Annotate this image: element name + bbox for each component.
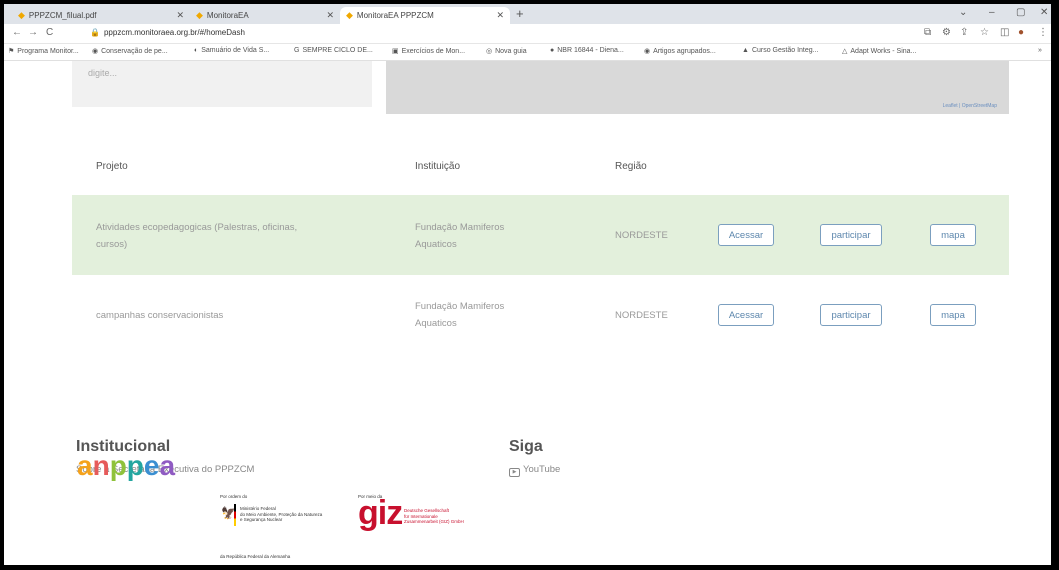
bookmark-icon: ● <box>550 47 555 54</box>
anppea-logo: anppea <box>77 450 176 481</box>
mapa-button[interactable]: mapa <box>930 224 976 246</box>
bookmark-item[interactable]: △ Adapt Works - Sina... <box>842 47 916 55</box>
column-header-instituicao: Instituição <box>415 161 461 172</box>
bookmark-item[interactable]: ▲ Curso Gestão Integ... <box>742 47 818 54</box>
close-icon[interactable]: ✕ <box>326 10 334 21</box>
share-icon[interactable]: ⇪ <box>960 27 968 38</box>
tab-search-icon[interactable]: ⌄ <box>959 7 967 18</box>
browser-tabbar: ◆ PPPZCM_filual.pdf ✕ ◆ MonitoraEA ✕ ◆ M… <box>4 4 1051 24</box>
bookmark-item[interactable]: ● NBR 16844 - Diena... <box>550 47 624 54</box>
bookmark-icon: ▣ <box>392 48 399 55</box>
bookmark-item[interactable]: ◎ Nova guia <box>486 47 527 55</box>
column-header-regiao: Região <box>615 161 647 172</box>
ministry-caption-top: Por ordem do <box>220 494 248 499</box>
giz-logo: giz <box>358 494 403 532</box>
close-icon[interactable]: ✕ <box>496 10 504 21</box>
bookmark-icon: ⚑ <box>8 48 15 55</box>
bookmarks-bar: ⚑ Programa Monitor... ◉ Conservação de pe.… <box>4 44 1051 61</box>
ministry-name: Ministério Federal do Meio Ambiente, Pro… <box>240 506 323 522</box>
close-icon[interactable]: ✕ <box>176 10 184 21</box>
giz-name: Deutsche Gesellschaft für Internationale… <box>404 508 464 524</box>
search-placeholder: digite... <box>88 68 118 78</box>
menu-icon[interactable]: ⋮ <box>1038 27 1048 38</box>
bookmark-icon: ◎ <box>486 48 493 55</box>
bookmark-icon: ▲ <box>742 47 749 54</box>
url-text: pppzcm.monitoraea.org.br/#/homeDash <box>103 28 245 37</box>
sidebar-icon[interactable]: ◫ <box>1000 27 1009 38</box>
bookmark-item[interactable]: ◉ Artigos agrupados... <box>644 47 716 55</box>
map-attribution[interactable]: Leaflet | OpenStreetMap <box>943 103 997 109</box>
new-tab-icon[interactable]: + <box>516 6 524 21</box>
table-row: Atividades ecopedagogicas (Palestras, of… <box>72 195 1009 275</box>
bookmark-icon: ◉ <box>92 48 99 55</box>
bookmark-icon: G <box>294 47 300 54</box>
bookmarks-more-icon[interactable]: » <box>1038 47 1042 54</box>
search-input[interactable]: digite... <box>72 61 372 107</box>
participar-button[interactable]: participar <box>820 224 882 246</box>
favicon-icon: ◆ <box>18 10 25 20</box>
favicon-icon: ◆ <box>346 10 353 20</box>
footer-siga-title: Siga <box>509 438 543 455</box>
institution-name: Fundação Mamiferos Aquaticos <box>415 301 505 329</box>
column-header-projeto: Projeto <box>96 161 128 172</box>
bookmark-item[interactable]: ◐ Samuário de Vida S... <box>194 47 269 54</box>
browser-toolbar: ← → C 🔒 pppzcm.monitoraea.org.br/#/homeDa… <box>4 24 1051 44</box>
youtube-link[interactable]: ▶ YouTube <box>509 464 560 477</box>
german-flag-icon <box>234 504 236 526</box>
bookmark-item[interactable]: ▣ Exercícios de Mon... <box>392 47 465 55</box>
browser-tab-active[interactable]: ◆ MonitoraEA PPPZCM ✕ <box>340 7 510 24</box>
screenshot-frame: ◆ PPPZCM_filual.pdf ✕ ◆ MonitoraEA ✕ ◆ M… <box>4 4 1051 565</box>
tab-title: PPPZCM_filual.pdf <box>28 11 97 20</box>
close-window-icon[interactable]: ✕ <box>1040 7 1048 18</box>
table-row: campanhas conservacionistas Fundação Mam… <box>72 275 1009 355</box>
cast-icon[interactable]: ⧉ <box>924 27 931 38</box>
maximize-icon[interactable]: ▢ <box>1016 7 1025 18</box>
bookmark-icon: ◐ <box>194 47 199 54</box>
acessar-button[interactable]: Acessar <box>718 224 774 246</box>
star-icon[interactable]: ☆ <box>980 27 989 38</box>
map-area[interactable]: Leaflet | OpenStreetMap <box>386 61 1009 114</box>
extension-icon[interactable]: ⚙ <box>942 27 951 38</box>
tab-title: MonitoraEA PPPZCM <box>356 11 434 20</box>
browser-tab[interactable]: ◆ PPPZCM_filual.pdf ✕ <box>12 7 190 24</box>
participar-button[interactable]: participar <box>820 304 882 326</box>
minimize-icon[interactable]: – <box>989 7 995 18</box>
tab-title: MonitoraEA <box>206 11 249 20</box>
institution-name: Fundação Mamiferos Aquaticos <box>415 222 505 250</box>
avatar[interactable]: ● <box>1018 27 1024 38</box>
page-content: digite... Leaflet | OpenStreetMap Projet… <box>4 61 1051 565</box>
address-bar[interactable]: 🔒 pppzcm.monitoraea.org.br/#/homeDash <box>90 28 245 37</box>
bookmark-item[interactable]: G SEMPRE CICLO DE... <box>294 47 373 54</box>
back-icon[interactable]: ← <box>12 27 22 38</box>
lock-icon: 🔒 <box>90 28 100 37</box>
mapa-button[interactable]: mapa <box>930 304 976 326</box>
bookmark-icon: ◉ <box>644 48 651 55</box>
project-name: campanhas conservacionistas <box>96 310 224 321</box>
browser-tab[interactable]: ◆ MonitoraEA ✕ <box>190 7 340 24</box>
forward-icon[interactable]: → <box>28 27 38 38</box>
bookmark-item[interactable]: ⚑ Programa Monitor... <box>8 47 79 55</box>
ministry-caption-bottom: da República Federal da Alemanha <box>220 554 291 559</box>
bookmark-item[interactable]: ◉ Conservação de pe... <box>92 47 168 55</box>
youtube-icon: ▶ <box>509 468 520 477</box>
region-value: NORDESTE <box>615 230 668 241</box>
region-value: NORDESTE <box>615 310 668 321</box>
acessar-button[interactable]: Acessar <box>718 304 774 326</box>
project-name: Atividades ecopedagogicas (Palestras, of… <box>96 222 298 250</box>
favicon-icon: ◆ <box>196 10 203 20</box>
bookmark-icon: △ <box>842 48 848 55</box>
reload-icon[interactable]: C <box>46 27 53 38</box>
